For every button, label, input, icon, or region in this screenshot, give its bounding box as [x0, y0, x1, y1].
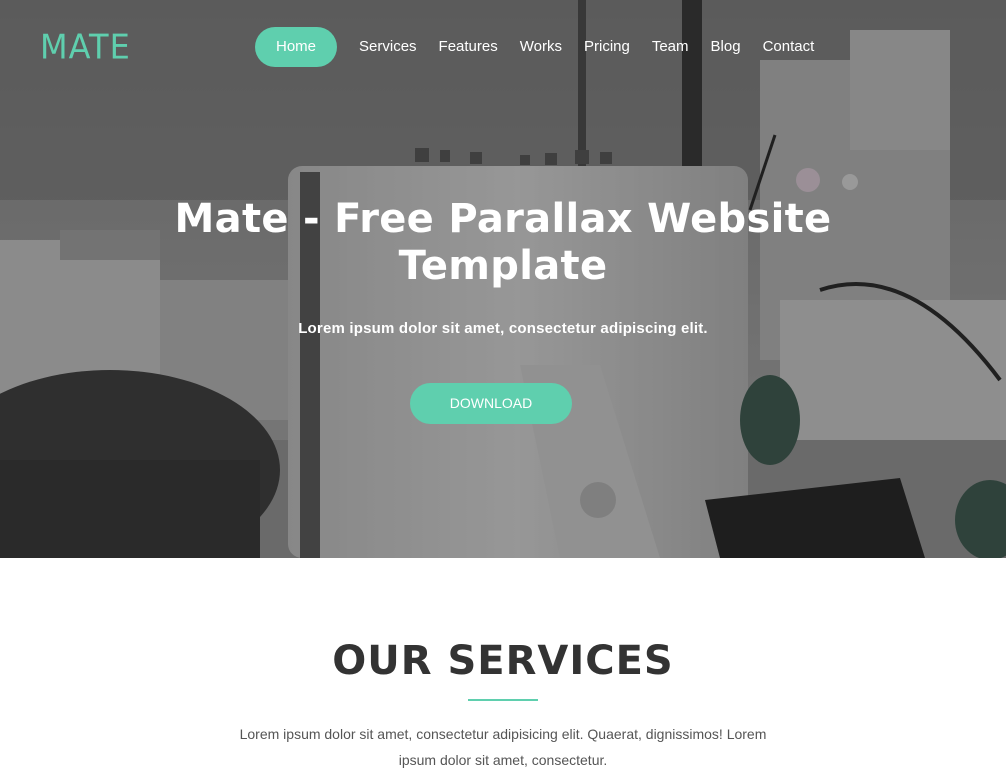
hero-content: Mate - Free Parallax Website Template Lo… — [0, 196, 1006, 424]
nav-item-works[interactable]: Works — [520, 27, 562, 67]
hero-subtitle: Lorem ipsum dolor sit amet, consectetur … — [298, 320, 708, 337]
top-navbar: MATE Home Services Features Works Pricin… — [0, 0, 1006, 94]
services-section: OUR SERVICES Lorem ipsum dolor sit amet,… — [0, 558, 1006, 768]
main-nav-menu: Home Services Features Works Pricing Tea… — [255, 27, 836, 67]
nav-item-blog[interactable]: Blog — [711, 27, 741, 67]
nav-item-services[interactable]: Services — [359, 27, 417, 67]
nav-item-features[interactable]: Features — [439, 27, 498, 67]
nav-item-home[interactable]: Home — [255, 27, 338, 67]
section-divider — [468, 699, 538, 701]
download-button[interactable]: DOWNLOAD — [410, 383, 572, 424]
nav-item-team[interactable]: Team — [652, 27, 689, 67]
nav-item-pricing[interactable]: Pricing — [584, 27, 630, 67]
nav-item-contact[interactable]: Contact — [763, 27, 815, 67]
services-title: OUR SERVICES — [332, 638, 674, 684]
hero-section: MATE Home Services Features Works Pricin… — [0, 0, 1006, 558]
site-logo[interactable]: MATE — [40, 29, 131, 65]
services-description: Lorem ipsum dolor sit amet, consectetur … — [239, 726, 767, 768]
hero-title: Mate - Free Parallax Website Template — [174, 196, 832, 289]
